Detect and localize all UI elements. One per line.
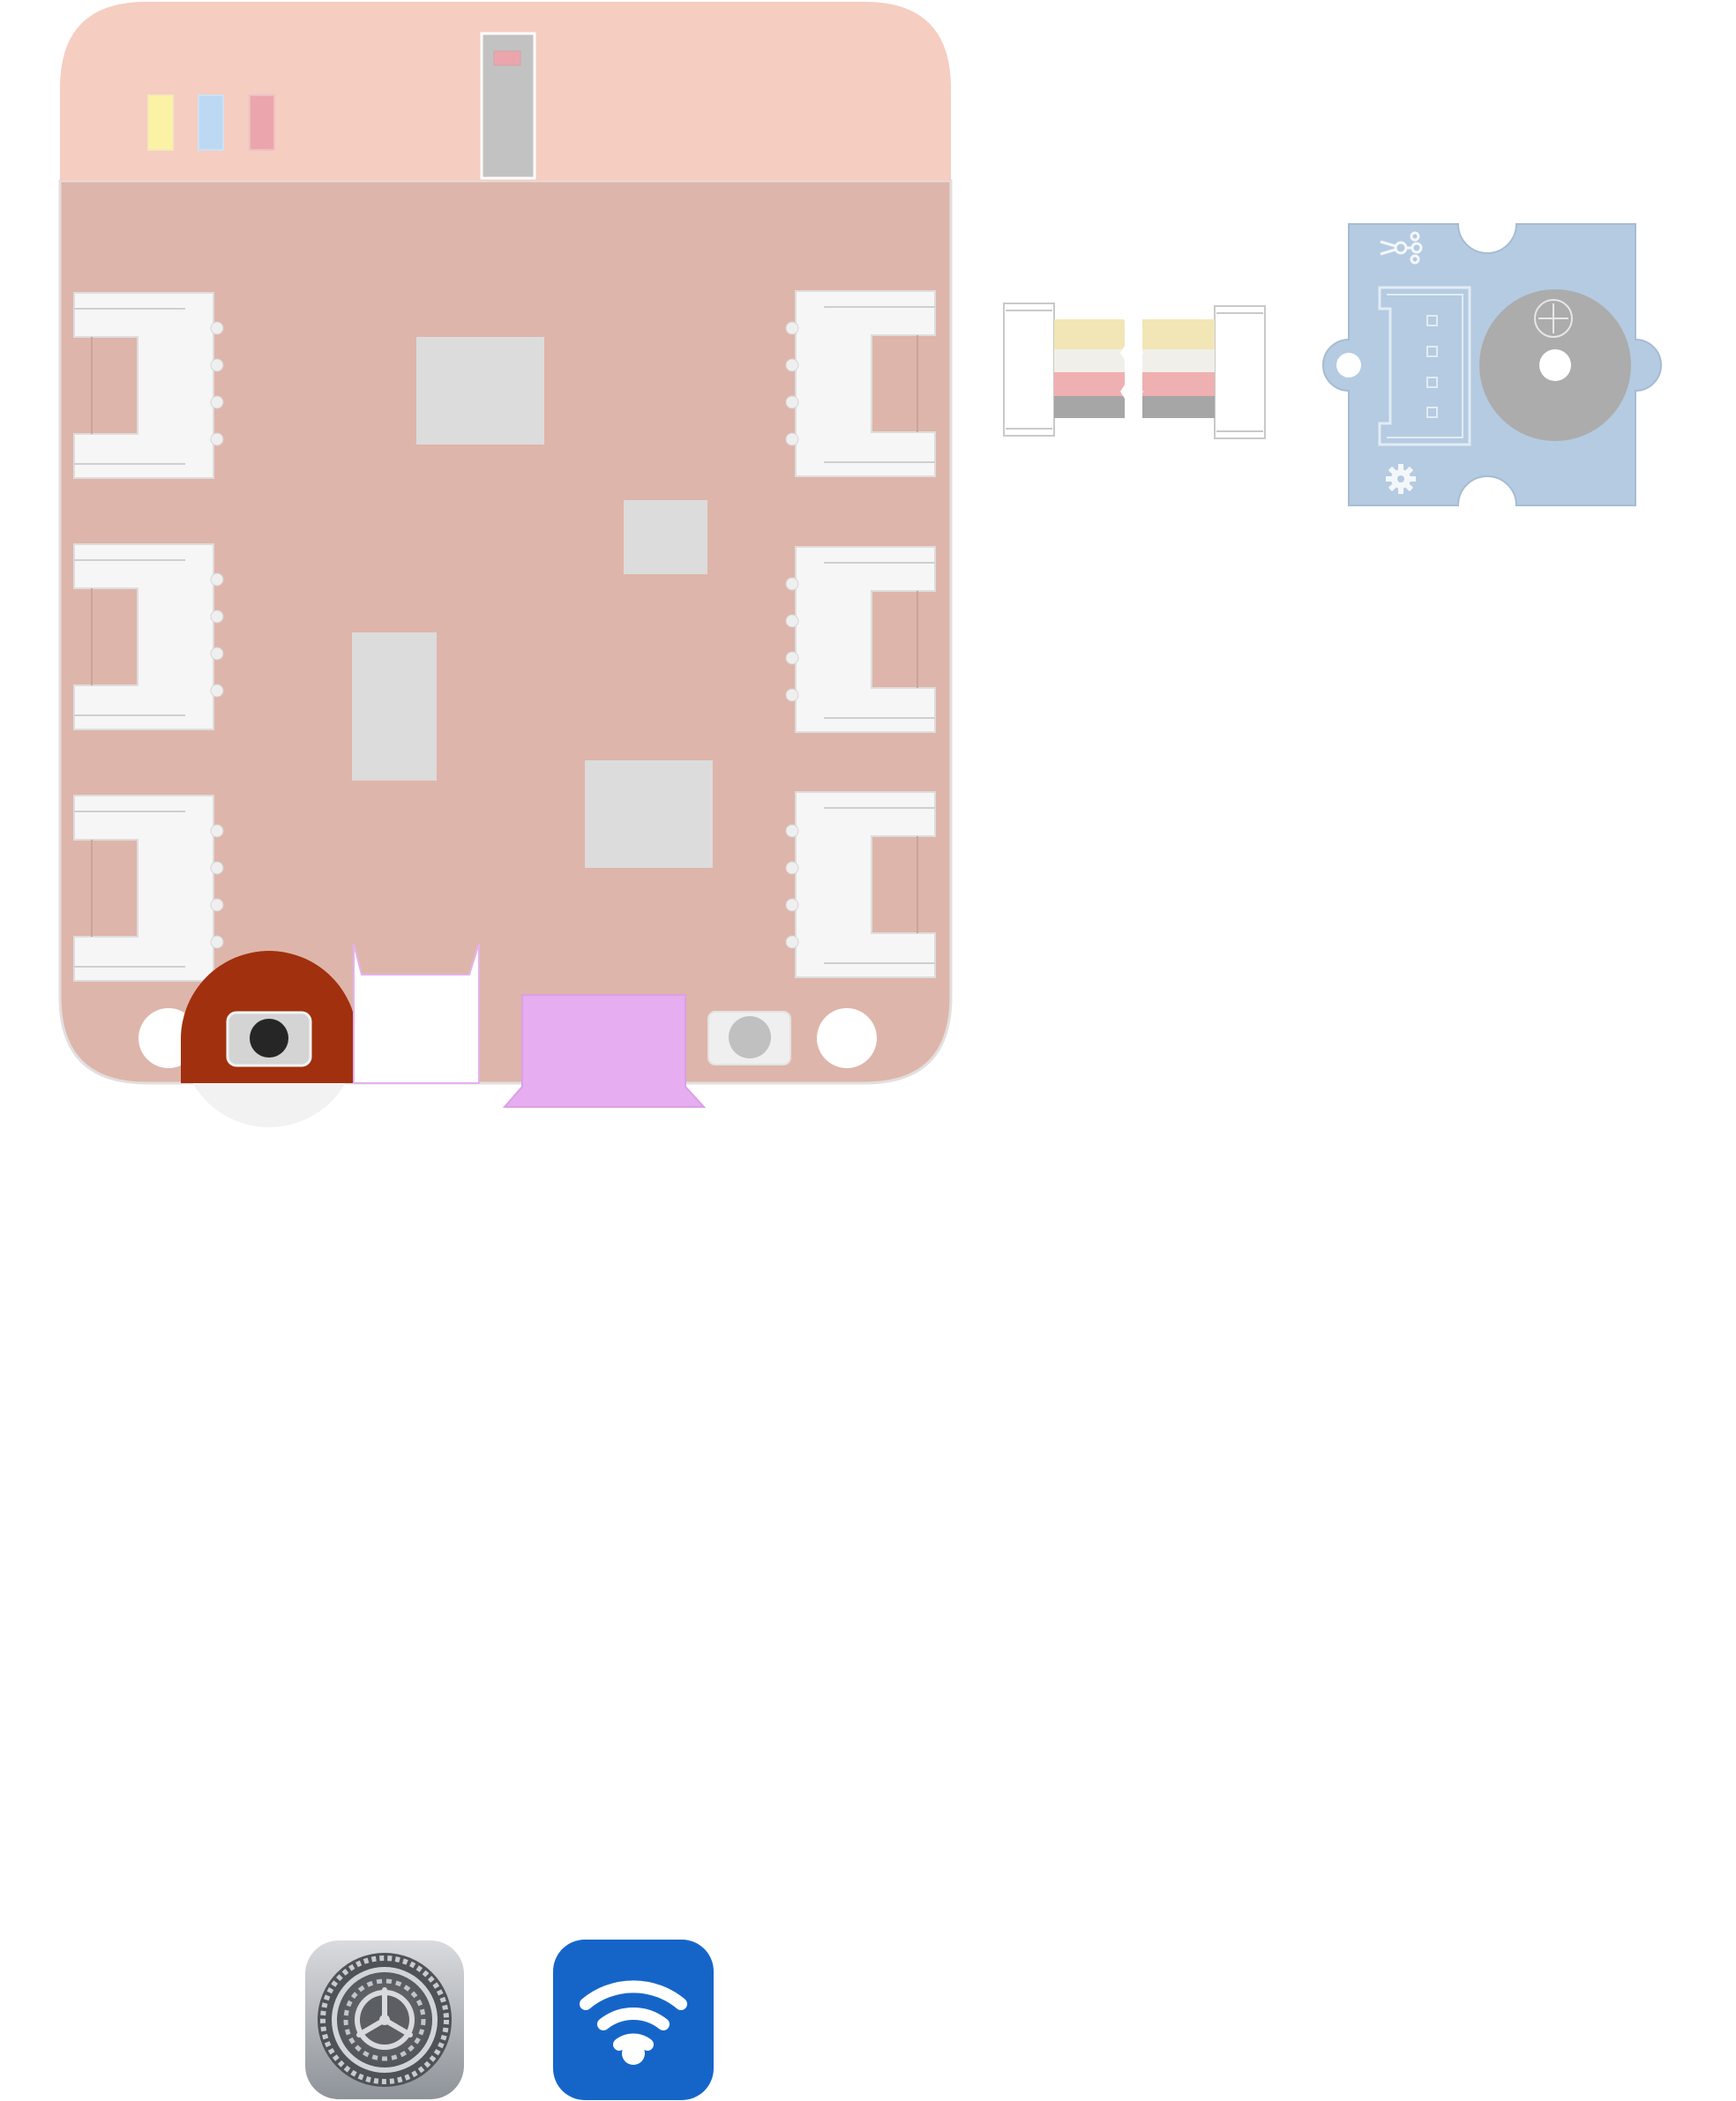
wire-yellow-right: [1142, 319, 1215, 349]
chip-large-top: [416, 337, 544, 445]
wire-red-left: [1054, 372, 1125, 396]
wire-yellow-left: [1054, 319, 1125, 349]
wire-black-right: [1142, 396, 1215, 418]
wire-red-right: [1142, 372, 1215, 396]
led-blue: [198, 94, 224, 151]
hardware-scene: [58, 2, 1662, 2100]
usb-port[interactable]: [502, 994, 707, 1108]
chip-large-bottom: [585, 760, 713, 868]
power-button[interactable]: [181, 951, 357, 1130]
wire-white-left: [1054, 349, 1125, 372]
led-pink: [249, 94, 275, 151]
plus-icon: [1534, 299, 1573, 338]
led-yellow: [147, 94, 174, 151]
slide-switch[interactable]: [480, 32, 536, 180]
main-board: [58, 2, 953, 1130]
chip-small: [624, 500, 707, 574]
cable-plug-left: [1003, 303, 1055, 437]
gear-icon: [1386, 464, 1416, 494]
cable-plug-right: [1214, 305, 1266, 439]
wire-black-left: [1054, 396, 1125, 418]
buzzer: [1479, 289, 1631, 441]
mounting-hole-right: [817, 1008, 877, 1068]
chip-tall: [352, 632, 437, 781]
buzzer-sound-hole: [1539, 349, 1571, 381]
reset-button[interactable]: [707, 1011, 791, 1065]
settings-gear-icon[interactable]: [305, 1940, 464, 2099]
buzzer-module: [1322, 223, 1662, 506]
grove-cable: [1003, 303, 1266, 439]
wifi-icon[interactable]: [553, 1940, 714, 2100]
module-hole-left: [1336, 353, 1361, 378]
wire-white-right: [1142, 349, 1215, 372]
